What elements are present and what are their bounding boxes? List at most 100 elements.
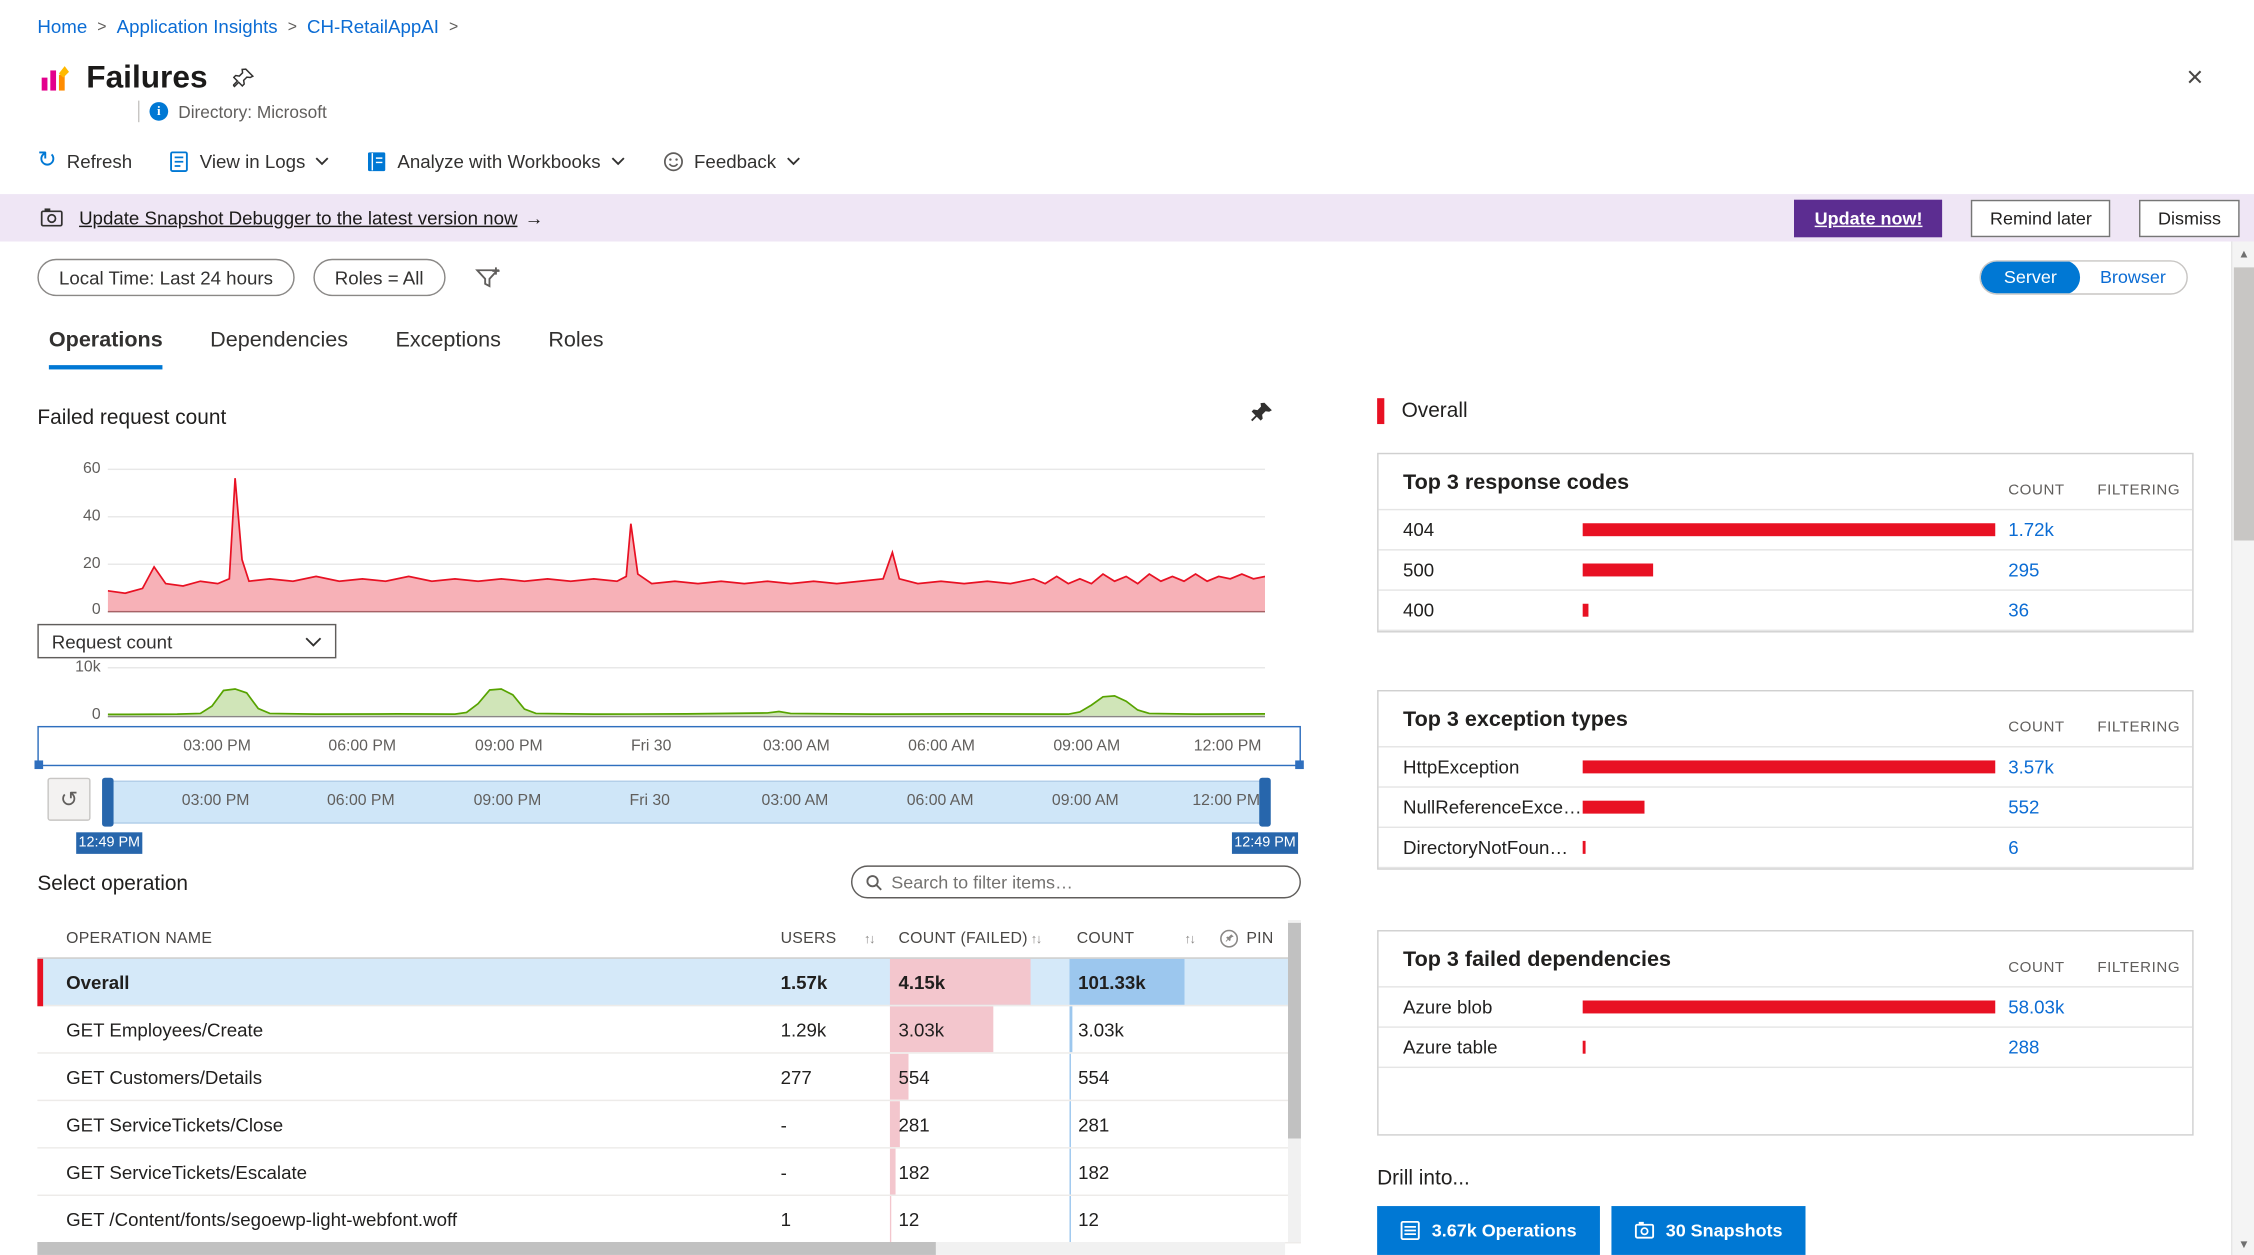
tab-operations[interactable]: Operations — [49, 328, 163, 370]
metric-select-dropdown[interactable]: Request count — [37, 624, 336, 659]
x-axis-label: 03:00 PM — [183, 737, 251, 754]
legend-label: Overall — [1402, 400, 1468, 423]
snapshots-drill-button[interactable]: 30 Snapshots — [1611, 1206, 1805, 1255]
count-link[interactable]: 58.03k — [2008, 996, 2064, 1018]
response-code-row[interactable]: 500 295 — [1379, 549, 2193, 589]
update-now-button[interactable]: Update now! — [1795, 199, 1943, 236]
pin-chart-icon[interactable] — [1251, 401, 1274, 424]
update-snapshot-debugger-link[interactable]: Update Snapshot Debugger to the latest v… — [79, 207, 517, 229]
directory-row: i Directory: Microsoft — [138, 101, 327, 123]
tab-exceptions[interactable]: Exceptions — [395, 328, 500, 370]
dismiss-button[interactable]: Dismiss — [2139, 199, 2239, 236]
column-header-count[interactable]: COUNT — [1070, 920, 1185, 957]
close-icon[interactable]: × — [2186, 63, 2203, 92]
info-icon[interactable]: i — [150, 102, 169, 121]
remind-later-button[interactable]: Remind later — [1971, 199, 2110, 236]
time-axis-selection-box[interactable]: 03:00 PM 06:00 PM 09:00 PM Fri 30 03:00 … — [37, 726, 1301, 766]
scrollbar-thumb[interactable] — [2234, 267, 2254, 540]
column-header-operation-name[interactable]: OPERATION NAME — [37, 920, 746, 957]
breadcrumb-resource[interactable]: CH-RetailAppAI — [307, 16, 439, 38]
scrollbar-thumb[interactable] — [1288, 923, 1301, 1139]
brush-end-handle[interactable] — [1259, 778, 1271, 827]
operation-search-box[interactable] — [851, 865, 1301, 898]
breadcrumb-application-insights[interactable]: Application Insights — [117, 16, 278, 38]
y-tick-label: 20 — [43, 555, 101, 572]
response-code-row[interactable]: 400 36 — [1379, 589, 2193, 629]
failed-dependency-row[interactable]: Azure blob 58.03k — [1379, 986, 2193, 1026]
exception-type-row[interactable]: HttpException 3.57k — [1379, 746, 2193, 786]
server-toggle-button[interactable]: Server — [1981, 260, 2080, 295]
exception-type-row[interactable]: DirectoryNotFoun… 6 — [1379, 827, 2193, 867]
add-filter-icon[interactable] — [468, 259, 505, 296]
feedback-button[interactable]: Feedback — [662, 150, 800, 172]
count-link[interactable]: 288 — [2008, 1036, 2039, 1058]
browser-toggle-button[interactable]: Browser — [2080, 267, 2186, 287]
filtering-column-header: FILTERING — [2097, 482, 2180, 499]
request-count-chart[interactable]: 10k 0 — [37, 663, 1301, 718]
table-row-overall[interactable]: Overall 1.57k 4.15k 101.33k — [37, 959, 1301, 1006]
failed-dependency-row[interactable]: Azure table 288 — [1379, 1026, 2193, 1066]
scroll-down-icon[interactable]: ▼ — [2232, 1232, 2254, 1255]
view-in-logs-label: View in Logs — [200, 150, 306, 172]
snapshot-debugger-icon — [40, 206, 63, 229]
range-handle[interactable] — [1295, 760, 1304, 769]
sort-icon[interactable]: ↑↓ — [864, 932, 874, 946]
table-row[interactable]: GET Employees/Create 1.29k 3.03k 3.03k — [37, 1006, 1301, 1053]
range-handle[interactable] — [35, 760, 44, 769]
breadcrumb-home[interactable]: Home — [37, 16, 87, 38]
operations-drill-button[interactable]: 3.67k Operations — [1377, 1206, 1599, 1255]
response-code-row[interactable]: 404 1.72k — [1379, 509, 2193, 549]
column-header-pin[interactable]: PIN — [1246, 930, 1273, 947]
brush-start-handle[interactable] — [102, 778, 114, 827]
chevron-down-icon — [611, 157, 625, 166]
server-browser-toggle: Server Browser — [1979, 260, 2187, 295]
table-row[interactable]: GET ServiceTickets/Close - 281 281 — [37, 1101, 1301, 1148]
count-link[interactable]: 3.57k — [2008, 756, 2054, 778]
sort-icon[interactable]: ↑↓ — [1031, 932, 1041, 946]
tab-dependencies[interactable]: Dependencies — [210, 328, 348, 370]
table-vertical-scrollbar[interactable] — [1288, 920, 1301, 1242]
filtering-column-header: FILTERING — [2097, 719, 2180, 736]
page-scrollbar[interactable]: ▲ ▼ — [2231, 242, 2254, 1255]
chevron-down-icon — [786, 157, 800, 166]
reset-zoom-button[interactable]: ↺ — [47, 778, 90, 821]
count-link[interactable]: 36 — [2008, 599, 2029, 621]
refresh-button[interactable]: ↻ Refresh — [37, 150, 132, 173]
table-row[interactable]: GET Customers/Details 277 554 554 — [37, 1054, 1301, 1101]
y-tick-label: 0 — [43, 601, 101, 618]
tab-roles[interactable]: Roles — [548, 328, 603, 370]
brush-axis-label: Fri 30 — [630, 792, 670, 809]
column-header-count-failed[interactable]: COUNT (FAILED) — [890, 920, 1031, 957]
pin-icon[interactable] — [233, 67, 255, 89]
exception-type-row[interactable]: NullReferenceExce… 552 — [1379, 786, 2193, 826]
card-title: Top 3 failed dependencies — [1403, 947, 1671, 971]
x-axis-line — [108, 716, 1265, 717]
x-axis-label: Fri 30 — [631, 737, 671, 754]
table-row[interactable]: GET /Content/fonts/segoewp-light-webfont… — [37, 1196, 1301, 1243]
top-failed-dependencies-card: Top 3 failed dependencies COUNT FILTERIN… — [1377, 930, 2194, 1136]
view-in-logs-button[interactable]: View in Logs — [170, 150, 330, 172]
sort-icon[interactable]: ↑↓ — [1185, 932, 1195, 946]
page-header: Failures — [37, 59, 255, 96]
x-axis-label: 12:00 PM — [1194, 737, 1262, 754]
table-header-row: OPERATION NAME USERS ↑↓ COUNT (FAILED) ↑… — [37, 920, 1301, 959]
roles-filter-pill[interactable]: Roles = All — [313, 259, 445, 296]
table-horizontal-scrollbar[interactable] — [37, 1242, 1285, 1255]
count-link[interactable]: 6 — [2008, 837, 2018, 859]
count-link[interactable]: 552 — [2008, 796, 2039, 818]
count-link[interactable]: 295 — [2008, 559, 2039, 581]
x-axis-label: 09:00 PM — [475, 737, 543, 754]
time-range-filter-pill[interactable]: Local Time: Last 24 hours — [37, 259, 294, 296]
pin-column-icon[interactable] — [1219, 929, 1239, 949]
scroll-up-icon[interactable]: ▲ — [2232, 242, 2254, 265]
directory-label: Directory: Microsoft — [178, 101, 327, 121]
column-header-users[interactable]: USERS — [746, 920, 864, 957]
failed-request-count-chart[interactable]: 60 40 20 0 — [37, 454, 1301, 612]
count-link[interactable]: 1.72k — [2008, 519, 2054, 541]
scrollbar-thumb[interactable] — [37, 1242, 935, 1255]
banner-actions: Update now! Remind later Dismiss — [1795, 199, 2240, 236]
table-row[interactable]: GET ServiceTickets/Escalate - 182 182 — [37, 1149, 1301, 1196]
search-input[interactable] — [891, 872, 1286, 892]
analyze-with-workbooks-button[interactable]: Analyze with Workbooks — [367, 150, 625, 172]
y-tick-label: 40 — [43, 507, 101, 524]
